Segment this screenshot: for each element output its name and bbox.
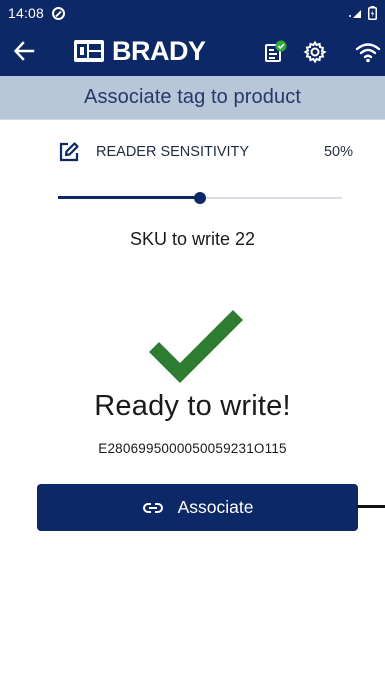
- brady-logo-mark: [74, 40, 104, 62]
- link-icon: [142, 502, 163, 513]
- do-not-disturb-icon: [52, 6, 66, 20]
- slider-track-fill: [58, 196, 200, 199]
- settings-button[interactable]: [302, 39, 328, 65]
- gear-icon: [303, 40, 327, 64]
- edge-indicator: [357, 505, 385, 508]
- reader-sensitivity-row: READER SENSITIVITY 50%: [58, 140, 358, 164]
- associate-button[interactable]: Associate: [37, 484, 358, 531]
- connection-button[interactable]: [355, 39, 381, 65]
- checkmark-icon: [145, 310, 247, 390]
- status-bar: 14:08: [0, 0, 385, 26]
- arrow-left-icon: [13, 41, 35, 61]
- tag-status-button[interactable]: [262, 39, 288, 65]
- status-time: 14:08: [8, 5, 45, 21]
- sensitivity-label: READER SENSITIVITY: [96, 144, 250, 160]
- edit-icon[interactable]: [58, 141, 80, 163]
- associate-label: Associate: [177, 497, 254, 517]
- tag-id: E2806995000050059231O115: [98, 441, 287, 456]
- sensitivity-value: 50%: [323, 144, 353, 160]
- battery-icon: [368, 6, 377, 20]
- slider-thumb[interactable]: [194, 192, 206, 204]
- back-button[interactable]: [10, 37, 38, 65]
- wifi-signal-icon: [349, 10, 361, 18]
- status-message: Ready to write!: [94, 390, 291, 422]
- sensitivity-slider[interactable]: [58, 190, 342, 206]
- sku-text: SKU to write 22: [129, 229, 256, 249]
- brand-logo: BRADY: [74, 36, 206, 66]
- tag-check-icon: [265, 40, 287, 62]
- app-bar: BRADY: [0, 26, 385, 76]
- status-right-icons: [348, 6, 377, 20]
- screen: 14:08 BRADY Associate tag to product REA…: [0, 0, 385, 689]
- brand-name: BRADY: [112, 36, 206, 66]
- wifi-icon: [355, 43, 381, 63]
- page-title: Associate tag to product: [84, 86, 301, 108]
- page-subheader: Associate tag to product: [0, 76, 385, 120]
